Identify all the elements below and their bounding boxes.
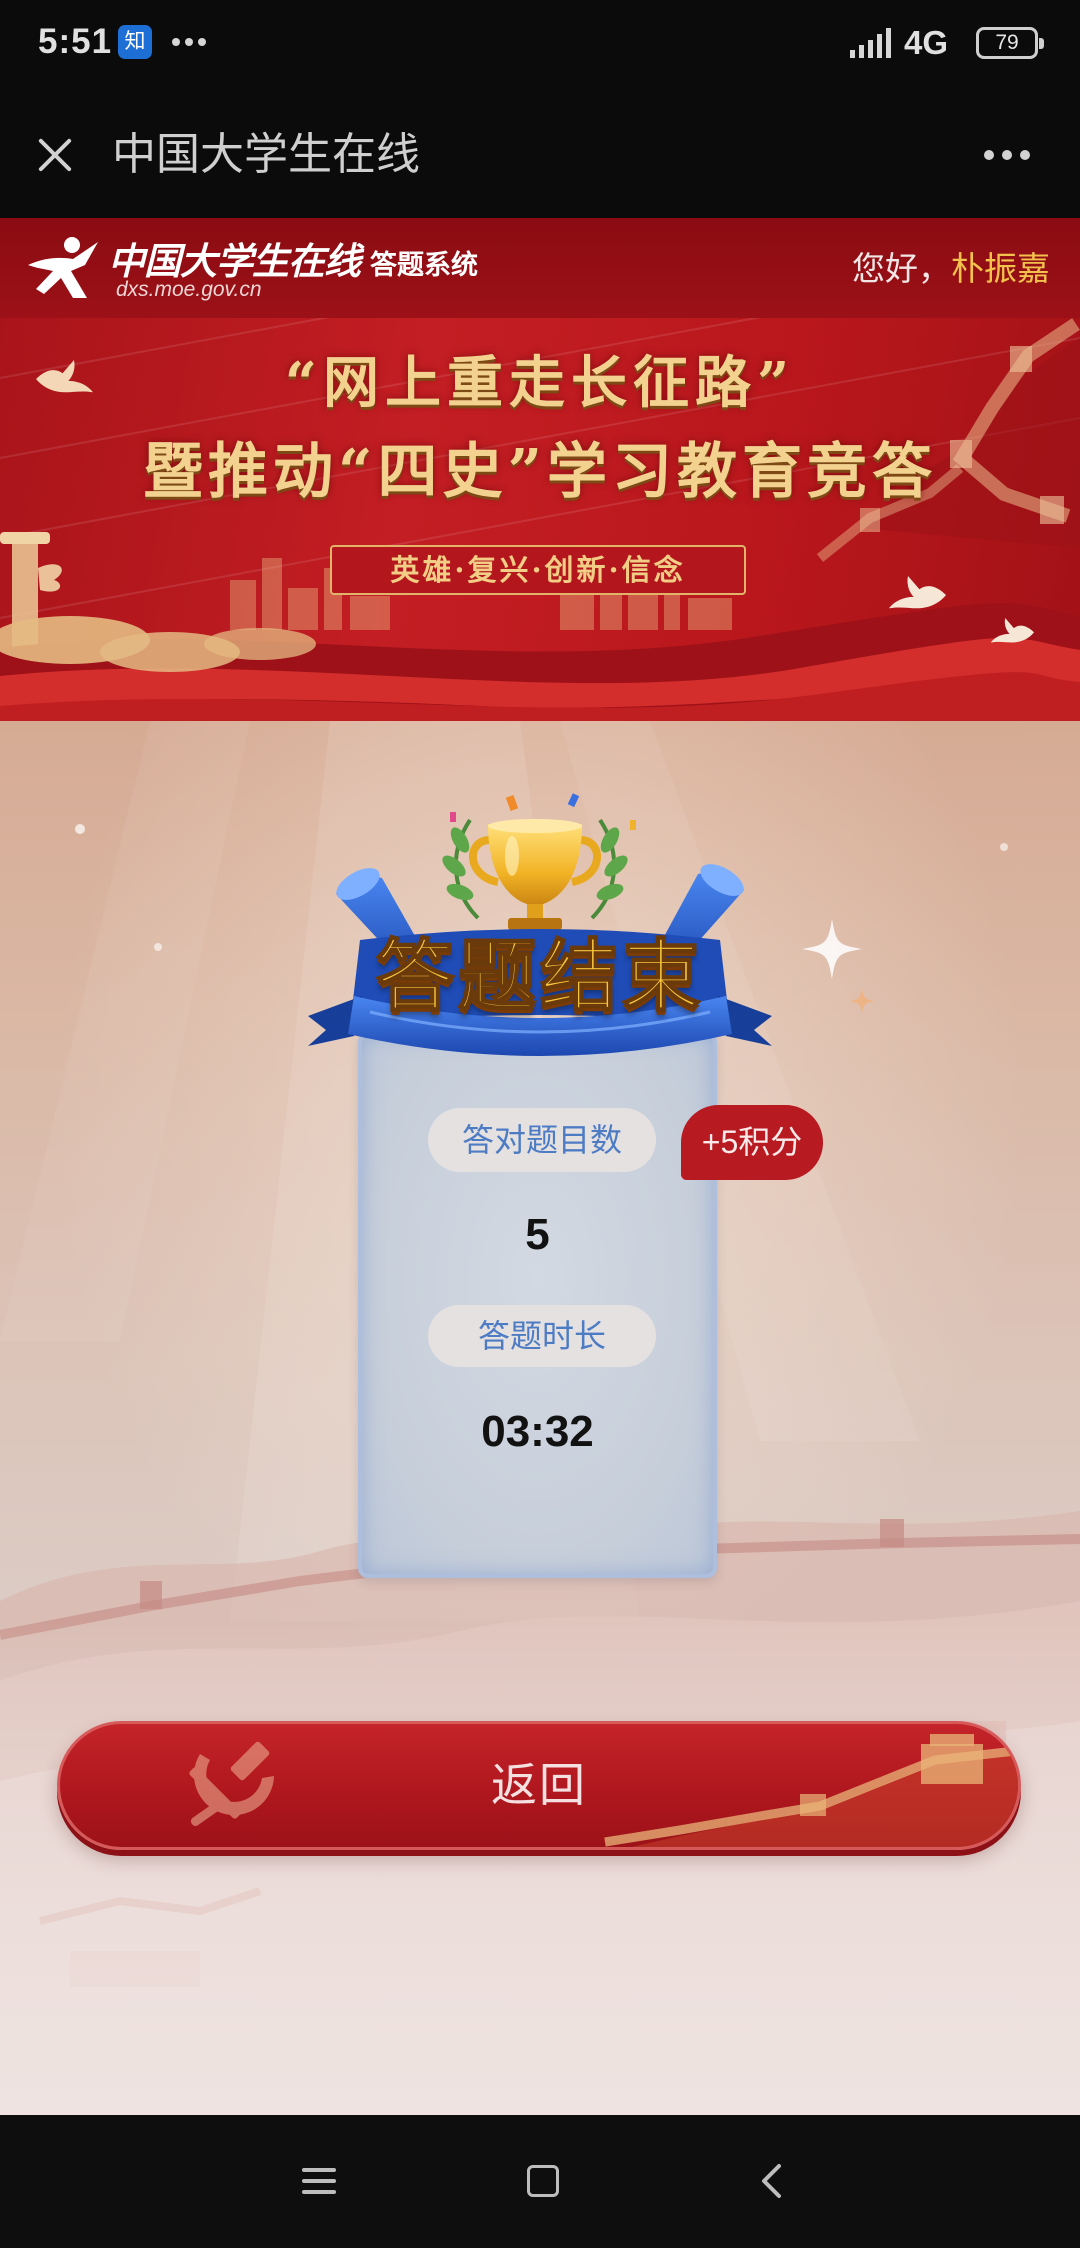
duration-value: 03:32: [481, 1407, 594, 1456]
logo-url: dxs.moe.gov.cn: [116, 278, 262, 301]
laurel-leaf: [600, 827, 620, 853]
logo-system-name: 答题系统: [370, 250, 478, 280]
dove-icon: [889, 576, 946, 609]
status-time: 5:51: [38, 22, 113, 61]
home-square-icon[interactable]: [527, 2165, 559, 2197]
menu-line: [302, 2168, 336, 2172]
cup-base: [508, 918, 562, 930]
phone-screen: 5:51 知 4G 79 中国大学生在线 中国大学生在线 答题系统 dxs.mo…: [0, 0, 1080, 2248]
building: [688, 598, 732, 630]
back-button[interactable]: 返回: [57, 1721, 1021, 1850]
logo-body: [28, 242, 98, 298]
signal-icon: [850, 28, 891, 58]
system-nav-bar: [0, 2115, 1080, 2248]
dot: [172, 38, 180, 46]
battery-icon: 79: [976, 27, 1044, 59]
banner-title-line2: 暨推动“四史”学习教育竞答: [142, 437, 938, 507]
logo-figure-icon: [28, 237, 98, 298]
correct-count-value: 5: [525, 1210, 550, 1259]
title-bar: 中国大学生在线: [0, 86, 1080, 218]
site-header: 中国大学生在线 答题系统 dxs.moe.gov.cn 您好，朴振嘉: [0, 218, 1080, 318]
username: 朴振嘉: [951, 250, 1050, 287]
notification-more-icon: [172, 38, 212, 47]
dot: [1002, 150, 1012, 160]
laurel-leaf: [604, 855, 628, 877]
pillar-cap: [0, 532, 50, 544]
more-dots-icon[interactable]: [978, 138, 1034, 172]
cup-highlight: [505, 836, 519, 876]
dot: [1020, 150, 1030, 160]
building: [350, 596, 390, 630]
user-greeting: 您好，朴振嘉: [852, 249, 1050, 289]
event-banner: “网上重走长征路” 暨推动“四史”学习教育竞答 英雄·复兴·创新·信念: [0, 318, 1080, 721]
menu-line: [302, 2190, 336, 2194]
chevron-stroke: [762, 2164, 781, 2198]
wall-tower: [860, 508, 880, 532]
wall-tower: [880, 1519, 904, 1547]
page-title: 中国大学生在线: [112, 130, 420, 179]
confetti-piece: [450, 812, 456, 822]
cup-bowl: [488, 824, 582, 906]
correct-count-label: 答对题目数: [428, 1108, 656, 1172]
zhihu-app-badge: 知: [118, 25, 152, 59]
bottom-haze: [0, 1621, 1080, 2115]
signal-bar: [859, 45, 864, 58]
wall-tower: [140, 1581, 162, 1609]
signal-bar: [868, 40, 873, 58]
result-title: 答题结束: [375, 932, 704, 1020]
result-card: 答对题目数 5 答题时长 03:32: [358, 1032, 717, 1578]
signal-bar: [886, 28, 891, 58]
signal-bar: [877, 34, 882, 58]
trophy-cup-icon: [469, 819, 601, 930]
banner-motto: 英雄·复兴·创新·信念: [330, 545, 746, 595]
network-type: 4G: [904, 24, 949, 61]
laurel-leaf: [442, 855, 466, 877]
cup-rim: [488, 819, 582, 833]
confetti-piece: [567, 793, 580, 808]
battery-nub: [1039, 38, 1044, 49]
menu-icon[interactable]: [302, 2164, 336, 2198]
confetti-piece: [505, 795, 519, 811]
cup-stem: [527, 904, 543, 920]
battery-level: 79: [995, 31, 1019, 54]
dot: [984, 150, 994, 160]
greeting-text: 您好，: [852, 250, 951, 287]
points-badge: +5积分: [681, 1105, 823, 1180]
banner-title-line1: “网上重走长征路”: [284, 350, 796, 416]
building: [262, 558, 282, 630]
building: [288, 588, 318, 630]
sparkle-dot: [154, 943, 162, 951]
duration-label: 答题时长: [428, 1305, 656, 1367]
back-chevron-icon[interactable]: [757, 2163, 787, 2199]
pillar-cloud-arm: [38, 564, 62, 592]
sparkle-dot: [75, 824, 85, 834]
dot: [198, 38, 206, 46]
building: [230, 580, 256, 630]
laurel-leaf: [450, 827, 470, 853]
building: [560, 594, 594, 630]
signal-bar: [850, 50, 855, 58]
dot: [185, 38, 193, 46]
menu-line: [302, 2179, 336, 2183]
back-button-label: 返回: [491, 1759, 587, 1811]
close-icon[interactable]: [30, 130, 80, 180]
cloud: [204, 628, 316, 660]
logo-head: [64, 237, 80, 253]
sparkle-dot: [1000, 843, 1008, 851]
status-bar: 5:51 知 4G 79: [0, 0, 1080, 86]
confetti-piece: [630, 820, 636, 830]
